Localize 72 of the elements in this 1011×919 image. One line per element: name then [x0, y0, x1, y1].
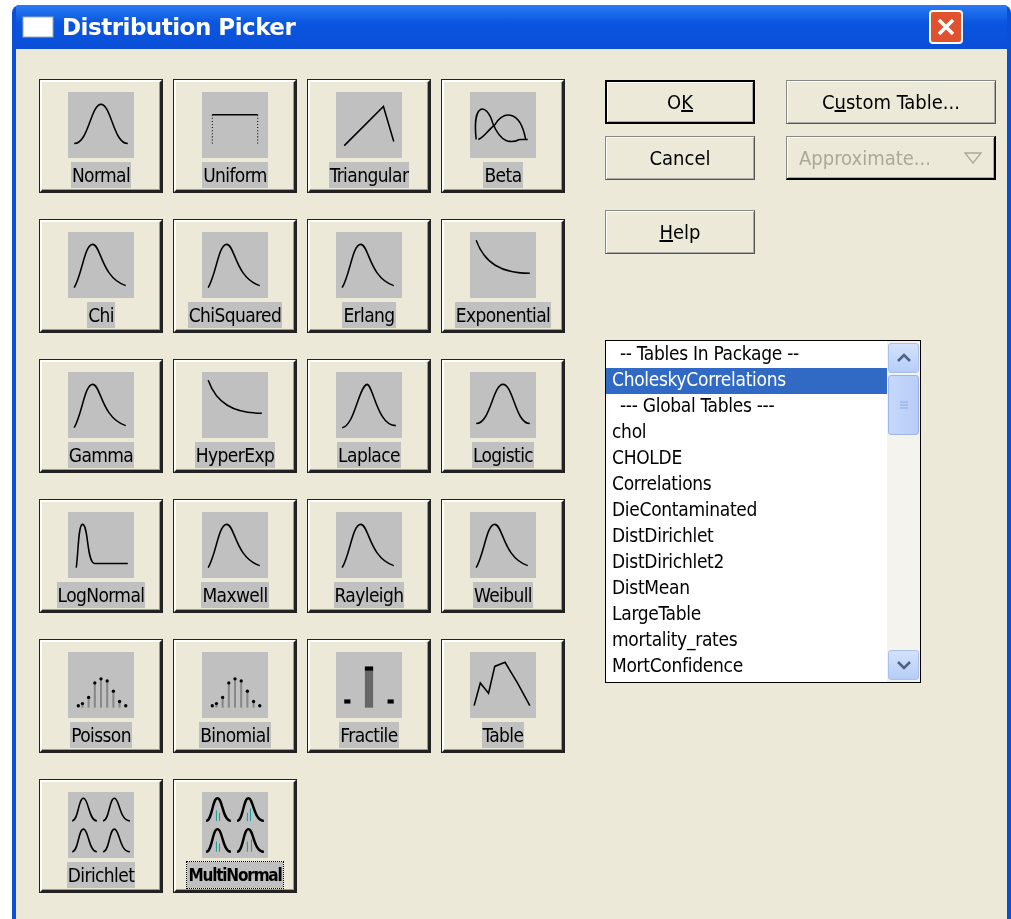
list-item[interactable]: CHOLDE: [606, 446, 887, 472]
bar-dots-icon: [202, 652, 268, 718]
close-icon: [935, 16, 957, 38]
distribution-button[interactable]: Fractile: [308, 640, 430, 752]
distribution-button[interactable]: Rayleigh: [308, 500, 430, 612]
distribution-button[interactable]: LogNormal: [40, 500, 162, 612]
decay-curve-icon: [470, 232, 536, 298]
window-title: Distribution Picker: [62, 14, 297, 40]
scrollbar[interactable]: [887, 341, 920, 682]
distribution-button[interactable]: Weibull: [442, 500, 564, 612]
push-button[interactable]: OK: [605, 80, 755, 124]
skewed-curve-icon: [68, 232, 134, 298]
skewed-curve-icon: [68, 372, 134, 438]
push-button[interactable]: Help: [605, 210, 755, 254]
list-header: -- Tables In Package --: [619, 342, 800, 366]
distribution-button[interactable]: Dirichlet: [40, 780, 162, 892]
skewed-curve-icon: [470, 512, 536, 578]
close-button[interactable]: [929, 10, 963, 44]
peak-curve-icon: [336, 372, 402, 438]
list-header: --- Global Tables ---: [619, 394, 776, 418]
bell-curve-icon: [470, 372, 536, 438]
list-item[interactable]: DistMean: [606, 576, 887, 602]
chevron-down-icon: [895, 660, 912, 670]
scroll-thumb[interactable]: [888, 375, 919, 435]
triangle-curve-icon: [336, 92, 402, 158]
push-button[interactable]: Custom Table...: [786, 80, 996, 124]
distribution-button[interactable]: Binomial: [174, 640, 296, 752]
distribution-button[interactable]: Laplace: [308, 360, 430, 472]
list-item[interactable]: Correlations: [606, 472, 887, 498]
bell-curve-icon: [68, 92, 134, 158]
distribution-button[interactable]: Uniform: [174, 80, 296, 192]
distribution-button[interactable]: Exponential: [442, 220, 564, 332]
list-item[interactable]: CholeskyCorrelations: [606, 368, 887, 394]
bar-dots-icon: [68, 652, 134, 718]
list-item[interactable]: LargeTable: [606, 602, 887, 628]
fractile-bars-icon: [336, 652, 402, 718]
chevron-up-icon: [895, 353, 912, 363]
list-item[interactable]: MortConfidence: [606, 654, 887, 680]
scroll-up-button[interactable]: [888, 343, 919, 373]
list-item[interactable]: mortality_rates: [606, 628, 887, 654]
list-item[interactable]: chol: [606, 420, 887, 446]
list-item[interactable]: DistDirichlet2: [606, 550, 887, 576]
distribution-button[interactable]: Logistic: [442, 360, 564, 472]
distribution-button[interactable]: Erlang: [308, 220, 430, 332]
distribution-button[interactable]: Beta: [442, 80, 564, 192]
distribution-button[interactable]: Normal: [40, 80, 162, 192]
push-button[interactable]: Cancel: [605, 136, 755, 180]
list-item[interactable]: DieContaminated: [606, 498, 887, 524]
list-item[interactable]: DistDirichlet: [606, 524, 887, 550]
four-curves-icon: [68, 792, 134, 858]
distribution-button[interactable]: MultiNormal: [174, 780, 296, 892]
decay-curve-icon: [202, 372, 268, 438]
distribution-button[interactable]: Chi: [40, 220, 162, 332]
distribution-button[interactable]: Maxwell: [174, 500, 296, 612]
window-icon: [22, 16, 54, 38]
skewed-curve-icon: [202, 512, 268, 578]
four-curves-icon: [202, 792, 268, 858]
lognormal-curve-icon: [68, 512, 134, 578]
distribution-button[interactable]: Table: [442, 640, 564, 752]
uniform-curve-icon: [202, 92, 268, 158]
distribution-button[interactable]: HyperExp: [174, 360, 296, 472]
grip-icon: [898, 400, 909, 410]
skewed-curve-icon: [202, 232, 268, 298]
scroll-down-button[interactable]: [888, 650, 919, 680]
beta-curves-icon: [470, 92, 536, 158]
skewed-curve-icon: [336, 232, 402, 298]
distribution-button[interactable]: Poisson: [40, 640, 162, 752]
distribution-button[interactable]: Gamma: [40, 360, 162, 472]
skewed-curve-icon: [336, 512, 402, 578]
jagged-curve-icon: [470, 652, 536, 718]
distribution-button[interactable]: Triangular: [308, 80, 430, 192]
distribution-button[interactable]: ChiSquared: [174, 220, 296, 332]
